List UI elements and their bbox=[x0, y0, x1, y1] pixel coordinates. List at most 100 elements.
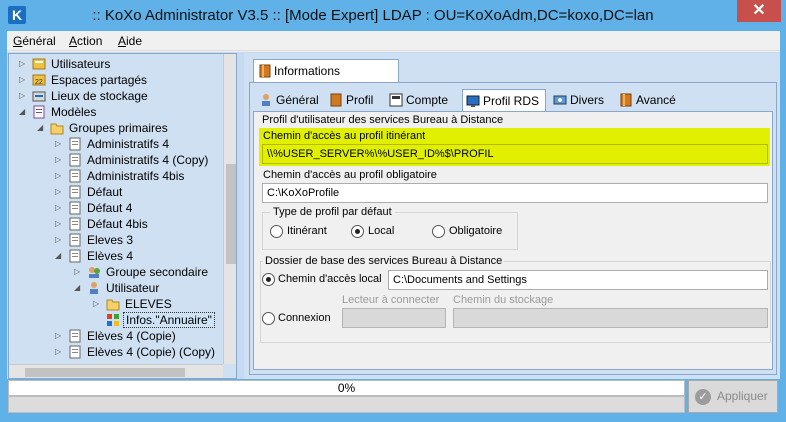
window-title: :: KoXo Administrator V3.5 :: [Mode Expe… bbox=[92, 7, 654, 24]
radio-obligatoire-label: Obligatoire bbox=[449, 225, 503, 237]
expand-arrow-icon[interactable]: ▷ bbox=[55, 168, 63, 184]
radio-connexion[interactable] bbox=[262, 312, 275, 325]
radio-chemin-local[interactable] bbox=[262, 273, 275, 286]
user-icon bbox=[262, 94, 270, 106]
expand-arrow-icon[interactable]: ▷ bbox=[19, 56, 27, 72]
details-pane: Informations "Annuaire" Général Profil C… bbox=[244, 53, 780, 379]
tab-label: Divers bbox=[570, 93, 605, 107]
tab-label: Profil RDS bbox=[483, 94, 540, 108]
expand-arrow-icon[interactable]: ▷ bbox=[55, 184, 63, 200]
tree-horizontal-scrollbar[interactable] bbox=[9, 364, 223, 378]
client-area: Général Action Aide ▷ Utilisateurs ▷ 22 … bbox=[7, 31, 780, 415]
tree-item-label: Utilisateurs bbox=[51, 57, 111, 71]
apply-button[interactable]: ✓ Appliquer bbox=[688, 380, 778, 413]
roaming-profile-input[interactable]: \\%USER_SERVER%\%USER_ID%$\PROFIL bbox=[262, 144, 768, 164]
divers-icon bbox=[553, 95, 567, 105]
tab-label: Profil bbox=[346, 93, 374, 107]
svg-text:22: 22 bbox=[35, 79, 43, 86]
profile-book-icon bbox=[330, 93, 342, 107]
radio-itinerant-label: Itinérant bbox=[287, 225, 327, 237]
doc-icon bbox=[69, 249, 81, 263]
tree-view[interactable]: ▷ Utilisateurs ▷ 22 Espaces partagés ▷ L… bbox=[8, 53, 237, 379]
scroll-thumb[interactable] bbox=[25, 368, 185, 377]
connect-label: Connexion bbox=[278, 312, 331, 324]
tree-item-label: Espaces partagés bbox=[51, 73, 148, 87]
menu-general[interactable]: Général bbox=[13, 34, 56, 48]
app-window: K :: KoXo Administrator V3.5 :: [Mode Ex… bbox=[0, 0, 786, 422]
local-path-input[interactable]: C:\Documents and Settings bbox=[388, 270, 768, 290]
menu-aide[interactable]: Aide bbox=[118, 34, 142, 48]
doc-icon bbox=[69, 169, 81, 183]
mandatory-profile-input[interactable]: C:\KoXoProfile bbox=[262, 183, 768, 203]
advanced-book-icon bbox=[620, 93, 632, 107]
tree-item-label: Elèves 4 (Copie) bbox=[87, 329, 176, 343]
main-area: ▷ Utilisateurs ▷ 22 Espaces partagés ▷ L… bbox=[7, 52, 780, 379]
scroll-thumb[interactable] bbox=[226, 164, 236, 264]
tree-item-label: Défaut 4 bbox=[87, 201, 133, 215]
tree-item-label: Défaut bbox=[87, 185, 123, 199]
doc-icon bbox=[69, 329, 81, 343]
tab-label: Avancé bbox=[636, 93, 676, 107]
menu-general-label: Général bbox=[13, 34, 56, 48]
radio-local-label: Local bbox=[368, 225, 395, 237]
expand-arrow-icon[interactable]: ▷ bbox=[55, 200, 63, 216]
tab-panel: Général Profil Compte Profil RDS Divers … bbox=[249, 82, 777, 375]
section-title: Profil d'utilisateur des services Bureau… bbox=[262, 114, 504, 126]
tree-item-label: ELEVES bbox=[125, 297, 172, 311]
collapse-arrow-icon[interactable]: ◢ bbox=[19, 104, 27, 120]
tree-item-label: Utilisateur bbox=[106, 281, 160, 295]
storage-icon bbox=[32, 91, 46, 102]
users-icon bbox=[32, 58, 46, 70]
tab-informations-annuaire[interactable]: Informations "Annuaire" bbox=[253, 59, 399, 100]
menu-action-label: Action bbox=[69, 34, 103, 48]
tab-profil-rds[interactable]: Profil RDS bbox=[462, 89, 546, 111]
expand-arrow-icon[interactable]: ▷ bbox=[55, 152, 63, 168]
apply-label: Appliquer bbox=[717, 389, 768, 403]
expand-arrow-icon[interactable]: ▷ bbox=[55, 344, 63, 360]
tree-item-infos-annuaire[interactable]: Infos."Annuaire" bbox=[103, 312, 223, 328]
share-icon: 22 bbox=[32, 74, 46, 86]
tab-label: Compte bbox=[406, 93, 449, 107]
radio-itinerant[interactable] bbox=[270, 225, 283, 238]
folder-icon bbox=[106, 299, 120, 311]
doc-icon bbox=[69, 153, 81, 167]
radio-local[interactable] bbox=[351, 225, 364, 238]
tree-item-label: Groupe secondaire bbox=[106, 265, 209, 279]
storage-path-label: Chemin du stockage bbox=[453, 294, 554, 306]
doc-icon bbox=[69, 217, 81, 231]
expand-arrow-icon[interactable]: ▷ bbox=[19, 88, 27, 104]
check-icon: ✓ bbox=[695, 389, 711, 405]
book-icon bbox=[259, 64, 271, 78]
rds-profile-icon bbox=[466, 95, 480, 107]
collapse-arrow-icon[interactable]: ◢ bbox=[37, 120, 45, 136]
tab-compte[interactable]: Compte bbox=[386, 89, 456, 111]
tree-item-label: Elèves 4 (Copie) (Copy) bbox=[87, 345, 216, 359]
collapse-arrow-icon[interactable]: ◢ bbox=[55, 248, 63, 264]
tab-avance[interactable]: Avancé bbox=[616, 89, 682, 111]
expand-arrow-icon[interactable]: ▷ bbox=[55, 136, 63, 152]
radio-obligatoire[interactable] bbox=[432, 225, 445, 238]
tree-item-label: Groupes primaires bbox=[69, 121, 168, 135]
tab-divers[interactable]: Divers bbox=[550, 89, 612, 111]
menu-action[interactable]: Action bbox=[69, 34, 102, 48]
menu-aide-label: Aide bbox=[118, 34, 143, 48]
close-button[interactable]: ✕ bbox=[737, 0, 781, 22]
roaming-profile-label: Chemin d'accès au profil itinérant bbox=[263, 130, 426, 142]
tab-label: Général bbox=[276, 93, 319, 107]
expand-arrow-icon[interactable]: ▷ bbox=[19, 72, 27, 88]
expand-arrow-icon[interactable]: ▷ bbox=[74, 264, 82, 280]
doc-icon bbox=[69, 137, 81, 151]
expand-arrow-icon[interactable]: ▷ bbox=[93, 296, 101, 312]
collapse-arrow-icon[interactable]: ◢ bbox=[74, 280, 82, 296]
tab-profil[interactable]: Profil bbox=[326, 89, 380, 111]
expand-arrow-icon[interactable]: ▷ bbox=[55, 328, 63, 344]
status-bar: 0% ✓ Appliquer bbox=[7, 379, 780, 415]
tab-general[interactable]: Général bbox=[256, 89, 322, 111]
menu-bar: Général Action Aide bbox=[7, 31, 780, 51]
folder-icon bbox=[50, 123, 64, 135]
tree-item-label: Administratifs 4 bbox=[87, 137, 170, 151]
expand-arrow-icon[interactable]: ▷ bbox=[55, 216, 63, 232]
tree-item-label: Elèves 4 bbox=[87, 249, 134, 263]
tree-vertical-scrollbar[interactable] bbox=[223, 54, 236, 364]
expand-arrow-icon[interactable]: ▷ bbox=[55, 232, 63, 248]
